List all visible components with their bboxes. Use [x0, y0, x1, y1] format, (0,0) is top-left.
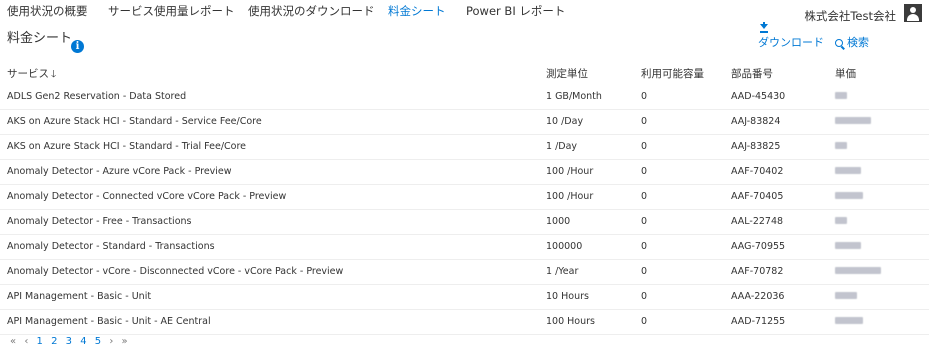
search-icon	[835, 39, 843, 47]
part-number: AAD-71255	[731, 316, 786, 327]
page-number-2[interactable]: 2	[51, 336, 57, 347]
search-label: 検索	[847, 36, 869, 49]
service-name: AKS on Azure Stack HCI - Standard - Tria…	[7, 141, 247, 152]
unit-price-redacted	[835, 316, 863, 327]
page-number-5[interactable]: 5	[95, 336, 101, 347]
unit-of-measure: 1000	[546, 216, 571, 227]
company-name: 株式会社Test会社	[804, 9, 896, 23]
column-header-service[interactable]: サービス 🡓	[7, 66, 56, 84]
column-header-unit-price[interactable]: 単価	[835, 66, 856, 81]
part-number: AAJ-83824	[731, 116, 781, 127]
unit-of-measure: 100 /Hour	[546, 191, 594, 202]
table-row: API Management - Basic - Unit - AE Centr…	[0, 310, 929, 335]
unit-price-redacted	[835, 141, 847, 152]
included-quantity: 0	[641, 191, 648, 202]
sort-descending-icon: 🡓	[51, 69, 57, 80]
column-header-included-quantity[interactable]: 利用可能容量	[641, 66, 704, 81]
page-number-3[interactable]: 3	[66, 336, 72, 347]
included-quantity: 0	[641, 116, 648, 127]
download-icon[interactable]	[760, 22, 768, 34]
unit-of-measure: 1 GB/Month	[546, 91, 602, 102]
unit-price-redacted	[835, 291, 857, 302]
column-header-unit[interactable]: 測定単位	[546, 66, 588, 81]
info-icon[interactable]: i	[71, 40, 84, 53]
unit-price-redacted	[835, 216, 847, 227]
service-name: API Management - Basic - Unit	[7, 291, 152, 302]
table-row: Anomaly Detector - Free - Transactions 1…	[0, 210, 929, 235]
unit-of-measure: 10 Hours	[546, 291, 589, 302]
table-row: API Management - Basic - Unit 10 Hours 0…	[0, 285, 929, 310]
unit-of-measure: 10 /Day	[546, 116, 584, 127]
service-name: Anomaly Detector - vCore - Disconnected …	[7, 266, 344, 277]
part-number: AAD-45430	[731, 91, 786, 102]
page-title: 料金シート	[7, 31, 73, 46]
top-navigation: 使用状況の概要 サービス使用量レポート 使用状況のダウンロード 料金シート Po…	[0, 0, 929, 24]
included-quantity: 0	[641, 216, 648, 227]
first-page-button[interactable]: «	[10, 336, 16, 347]
tab-usage-summary[interactable]: 使用状況の概要	[7, 3, 88, 19]
unit-price-redacted	[835, 266, 881, 277]
previous-page-button[interactable]: ‹	[24, 336, 28, 347]
page-number-4[interactable]: 4	[80, 336, 86, 347]
table-row: Anomaly Detector - Standard - Transactio…	[0, 235, 929, 260]
part-number: AAF-70782	[731, 266, 784, 277]
unit-of-measure: 1 /Year	[546, 266, 579, 277]
next-page-button[interactable]: ›	[109, 336, 113, 347]
unit-price-redacted	[835, 91, 847, 102]
included-quantity: 0	[641, 266, 648, 277]
service-name: AKS on Azure Stack HCI - Standard - Serv…	[7, 116, 262, 127]
service-name: ADLS Gen2 Reservation - Data Stored	[7, 91, 187, 102]
table-row: AKS on Azure Stack HCI - Standard - Serv…	[0, 110, 929, 135]
table-row: Anomaly Detector - Connected vCore vCore…	[0, 185, 929, 210]
unit-price-redacted	[835, 191, 863, 202]
part-number: AAG-70955	[731, 241, 786, 252]
included-quantity: 0	[641, 91, 648, 102]
tab-price-sheet[interactable]: 料金シート	[388, 3, 446, 19]
tab-power-bi-report[interactable]: Power BI レポート	[466, 3, 565, 19]
table-row: Anomaly Detector - vCore - Disconnected …	[0, 260, 929, 285]
tab-usage-download[interactable]: 使用状況のダウンロード	[248, 3, 375, 19]
service-name: Anomaly Detector - Connected vCore vCore…	[7, 191, 287, 202]
download-button[interactable]: ダウンロード	[758, 34, 824, 50]
part-number: AAF-70405	[731, 191, 784, 202]
user-avatar-icon[interactable]	[904, 4, 922, 22]
service-name: Anomaly Detector - Azure vCore Pack - Pr…	[7, 166, 232, 177]
unit-of-measure: 100 Hours	[546, 316, 595, 327]
included-quantity: 0	[641, 241, 648, 252]
tab-service-usage-report[interactable]: サービス使用量レポート	[108, 3, 235, 19]
table-row: Anomaly Detector - Azure vCore Pack - Pr…	[0, 160, 929, 185]
service-name: Anomaly Detector - Standard - Transactio…	[7, 241, 215, 252]
column-header-part-number[interactable]: 部品番号	[731, 66, 773, 81]
page-number-1[interactable]: 1	[37, 336, 43, 347]
part-number: AAJ-83825	[731, 141, 781, 152]
included-quantity: 0	[641, 166, 648, 177]
search-button[interactable]: 検索	[835, 34, 869, 50]
included-quantity: 0	[641, 316, 648, 327]
unit-price-redacted	[835, 166, 861, 177]
part-number: AAL-22748	[731, 216, 784, 227]
unit-of-measure: 100 /Hour	[546, 166, 594, 177]
pagination: « ‹ 1 2 3 4 5 › »	[10, 336, 133, 347]
unit-of-measure: 1 /Day	[546, 141, 578, 152]
unit-price-redacted	[835, 241, 861, 252]
table-row: AKS on Azure Stack HCI - Standard - Tria…	[0, 135, 929, 160]
part-number: AAA-22036	[731, 291, 785, 302]
service-name: API Management - Basic - Unit - AE Centr…	[7, 316, 211, 327]
table-row: ADLS Gen2 Reservation - Data Stored 1 GB…	[0, 85, 929, 110]
part-number: AAF-70402	[731, 166, 784, 177]
unit-of-measure: 100000	[546, 241, 583, 252]
unit-price-redacted	[835, 116, 871, 127]
included-quantity: 0	[641, 291, 648, 302]
last-page-button[interactable]: »	[122, 336, 128, 347]
service-name: Anomaly Detector - Free - Transactions	[7, 216, 192, 227]
included-quantity: 0	[641, 141, 648, 152]
